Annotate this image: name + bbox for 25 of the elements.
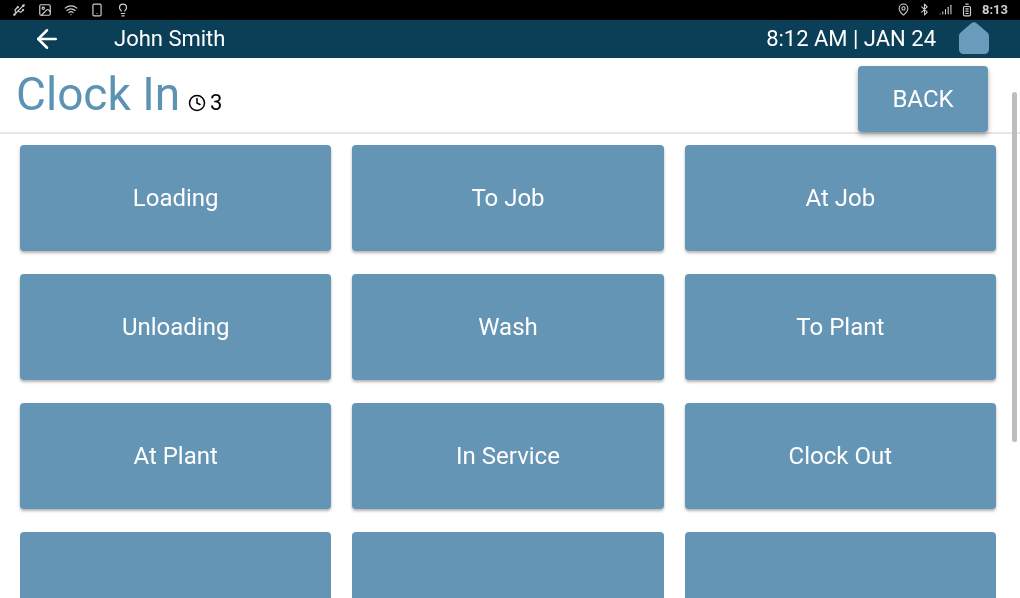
wifi-icon [64,2,78,17]
clock-icon [188,93,207,112]
status-tile-button[interactable]: Unloading [20,273,332,380]
status-time: 8:13 [981,1,1008,19]
status-tile-button[interactable]: At Plant [20,402,332,509]
status-tile-button[interactable]: At Job [684,144,996,251]
status-tile-button[interactable]: Clock Out [684,402,996,509]
page-title: Clock In [16,66,181,123]
home-button[interactable] [956,20,992,57]
status-tile-button[interactable]: To Plant [684,273,996,380]
status-tile-button[interactable]: To Job [352,144,664,251]
status-tile-button[interactable]: In Service [352,402,664,509]
back-button[interactable]: BACK [858,65,988,132]
device-icon [90,2,104,17]
timer-count: 3 [210,89,223,117]
image-icon [38,2,52,17]
location-icon [896,3,910,17]
status-tile-button[interactable]: Wash [352,273,664,380]
date-time: 8:12 AM | JAN 24 [766,25,936,53]
signal-icon [938,3,952,17]
user-name: John Smith [114,25,226,53]
status-tile-button[interactable]: Loading [20,144,332,251]
usb-icon [12,2,26,17]
lightbulb-icon [116,2,130,17]
home-icon [956,20,992,57]
